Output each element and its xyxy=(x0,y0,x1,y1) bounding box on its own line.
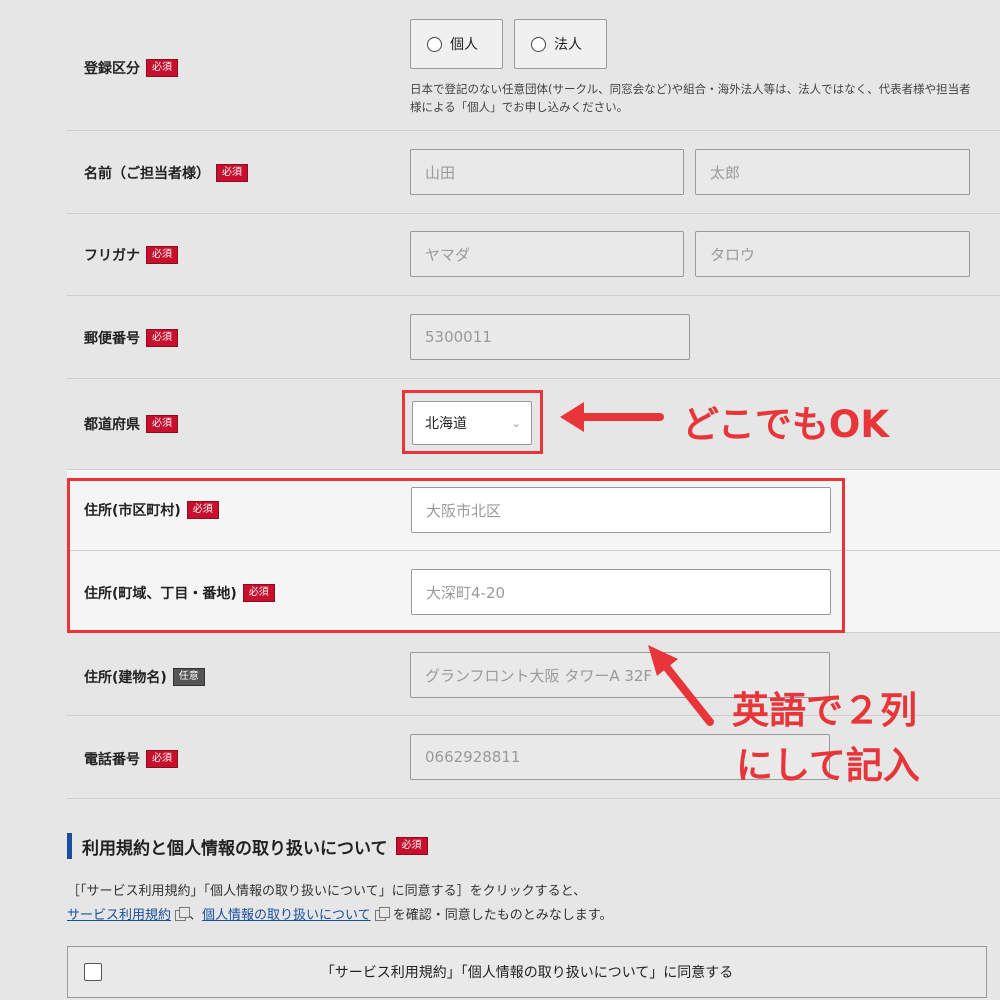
building-label: 住所(建物名) 任意 xyxy=(84,667,205,687)
radio-circle-icon xyxy=(427,36,442,52)
required-badge: 必須 xyxy=(395,837,428,855)
last-name-kana-input[interactable]: ヤマダ xyxy=(410,231,684,277)
address-annotation-line1: 英語で２列 xyxy=(732,689,917,732)
registration-type-note: 日本で登記のない任意団体(サークル、同窓会など)や組合・海外法人等は、法人ではな… xyxy=(410,82,971,114)
postal-label: 郵便番号 必須 xyxy=(84,328,178,348)
terms-section-title: 利用規約と個人情報の取り扱いについて 必須 xyxy=(67,833,428,859)
radio-circle-icon xyxy=(531,36,546,52)
prefecture-annotation-text: どこでもOK xyxy=(682,403,890,446)
address-annotation-line2: にして記入 xyxy=(736,744,920,787)
required-badge: 必須 xyxy=(146,59,178,77)
optional-badge: 任意 xyxy=(172,668,205,686)
agree-label: 「サービス利用規約」「個人情報の取り扱いについて」に同意する xyxy=(320,965,734,981)
required-badge: 必須 xyxy=(146,246,178,264)
postal-code-input[interactable]: 5300011 xyxy=(410,314,690,360)
required-badge: 必須 xyxy=(146,329,178,347)
prefecture-label: 都道府県 必須 xyxy=(84,414,178,434)
external-link-icon xyxy=(374,907,390,921)
radio-individual[interactable]: 個人 xyxy=(410,19,503,69)
address-highlight-box xyxy=(67,478,845,633)
radio-corporation[interactable]: 法人 xyxy=(514,19,607,69)
privacy-policy-link[interactable]: 個人情報の取り扱いについて xyxy=(202,908,371,923)
terms-description: ［「サービス利用規約」「個人情報の取り扱いについて」に同意する］をクリックすると… xyxy=(67,884,587,899)
terms-links-line: サービス利用規約 、個人情報の取り扱いについて を確認・同意したものとみなします。 xyxy=(67,907,613,923)
last-name-input[interactable]: 山田 xyxy=(410,149,684,195)
prefecture-select[interactable]: 北海道 ⌄ xyxy=(412,401,532,445)
name-label: 名前（ご担当者様） 必須 xyxy=(84,163,248,183)
required-badge: 必須 xyxy=(146,750,178,768)
required-badge: 必須 xyxy=(216,164,248,182)
first-name-kana-input[interactable]: タロウ xyxy=(695,231,970,277)
agree-checkbox[interactable] xyxy=(84,963,102,981)
first-name-input[interactable]: 太郎 xyxy=(695,149,970,195)
required-badge: 必須 xyxy=(146,415,178,433)
registration-type-label: 登録区分 必須 xyxy=(84,58,178,78)
kana-label: フリガナ 必須 xyxy=(84,245,178,265)
external-link-icon xyxy=(175,907,191,921)
chevron-down-icon: ⌄ xyxy=(511,416,521,430)
service-terms-link[interactable]: サービス利用規約 xyxy=(67,908,171,923)
phone-label: 電話番号 必須 xyxy=(84,749,178,769)
agree-checkbox-row[interactable]: 「サービス利用規約」「個人情報の取り扱いについて」に同意する xyxy=(67,946,987,998)
